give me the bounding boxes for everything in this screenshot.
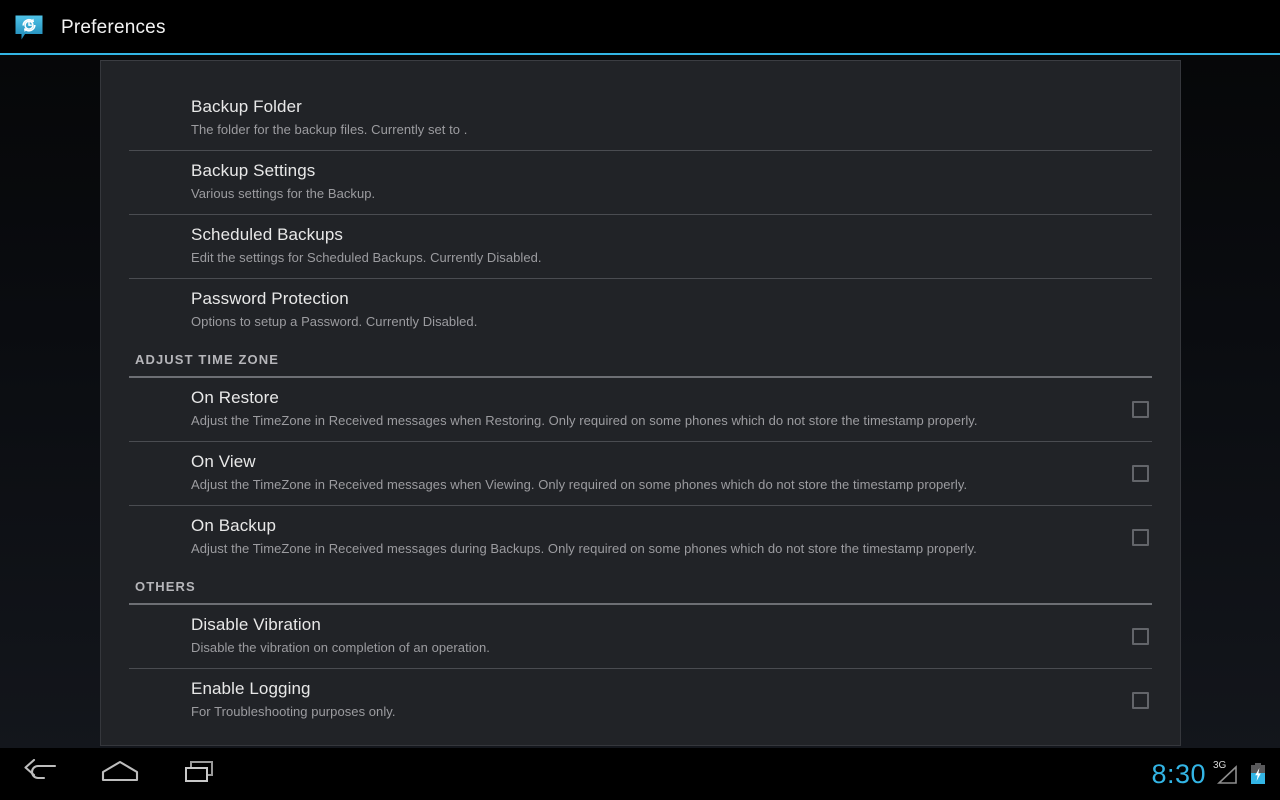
nav-back-button[interactable] [0,748,80,800]
preference-row-on-view[interactable]: On View Adjust the TimeZone in Received m… [101,442,1180,505]
action-bar: Preferences [0,0,1280,55]
status-area: 8:30 3G [1151,758,1280,789]
action-bar-accent-rule [0,53,1280,55]
checkbox-on-backup[interactable] [1132,529,1149,546]
preference-row-on-restore[interactable]: On Restore Adjust the TimeZone in Receive… [101,378,1180,441]
section-header-others: OTHERS [101,569,1180,599]
android-screen: Preferences Backup Folder The folder for … [0,0,1280,800]
preference-summary: Adjust the TimeZone in Received messages… [191,477,968,492]
preference-summary: Edit the settings for Scheduled Backups.… [191,250,542,265]
preference-text-block: Password Protection Options to setup a Pa… [191,279,1152,342]
preference-title: Enable Logging [191,679,311,698]
preference-title: On View [191,452,256,471]
preference-title: Disable Vibration [191,615,321,634]
status-clock: 8:30 [1151,758,1206,789]
page-title: Preferences [61,16,166,38]
checkbox-on-view[interactable] [1132,465,1149,482]
preference-title: On Backup [191,516,277,535]
preference-row-enable-logging[interactable]: Enable Logging For Troubleshooting purpos… [101,669,1180,732]
nav-recents-button[interactable] [160,748,240,800]
preference-row-on-backup[interactable]: On Backup Adjust the TimeZone in Received… [101,506,1180,569]
preference-summary: Adjust the TimeZone in Received messages… [191,413,978,428]
preference-summary: Adjust the TimeZone in Received messages… [191,541,977,556]
preference-summary: Disable the vibration on completion of a… [191,640,490,655]
network-type-label: 3G [1213,760,1227,771]
preference-title: Password Protection [191,289,349,308]
preference-row-backup-folder[interactable]: Backup Folder The folder for the backup f… [101,87,1180,150]
preference-row-password-protection[interactable]: Password Protection Options to setup a Pa… [101,279,1180,342]
checkbox-disable-vibration[interactable] [1132,628,1149,645]
preferences-list[interactable]: Backup Folder The folder for the backup f… [101,61,1180,732]
preference-row-backup-settings[interactable]: Backup Settings Various settings for the … [101,151,1180,214]
signal-triangle-icon: 3G [1213,760,1241,786]
section-header-label: OTHERS [135,579,196,594]
preference-title: Backup Folder [191,97,302,116]
checkbox-enable-logging[interactable] [1132,692,1149,709]
preference-summary: The folder for the backup files. Current… [191,122,468,137]
battery-charging-icon [1250,762,1266,786]
preference-title: Backup Settings [191,161,316,180]
sms-backup-restore-icon [14,13,44,43]
preference-title: On Restore [191,388,279,407]
preference-text-block: Scheduled Backups Edit the settings for S… [191,215,1152,278]
recents-icon [182,759,218,790]
preference-row-scheduled-backups[interactable]: Scheduled Backups Edit the settings for S… [101,215,1180,278]
section-header-label: ADJUST TIME ZONE [135,352,279,367]
preference-text-block: On Backup Adjust the TimeZone in Received… [191,506,1112,569]
preference-text-block: Enable Logging For Troubleshooting purpos… [191,669,1112,732]
preference-text-block: Backup Folder The folder for the backup f… [191,87,1152,150]
preferences-panel: Backup Folder The folder for the backup f… [100,60,1181,746]
preference-summary: Various settings for the Backup. [191,186,376,201]
home-icon [100,759,140,790]
preference-text-block: On View Adjust the TimeZone in Received m… [191,442,1112,505]
section-header-adjust-time-zone: ADJUST TIME ZONE [101,342,1180,372]
preference-row-disable-vibration[interactable]: Disable Vibration Disable the vibration o… [101,605,1180,668]
back-arrow-icon [22,758,58,790]
checkbox-on-restore[interactable] [1132,401,1149,418]
preference-text-block: On Restore Adjust the TimeZone in Receive… [191,378,1112,441]
preference-text-block: Backup Settings Various settings for the … [191,151,1152,214]
system-navigation-bar: 8:30 3G [0,748,1280,800]
preference-text-block: Disable Vibration Disable the vibration o… [191,605,1112,668]
nav-home-button[interactable] [80,748,160,800]
preference-summary: Options to setup a Password. Currently D… [191,314,478,329]
preference-summary: For Troubleshooting purposes only. [191,704,396,719]
preference-title: Scheduled Backups [191,225,343,244]
